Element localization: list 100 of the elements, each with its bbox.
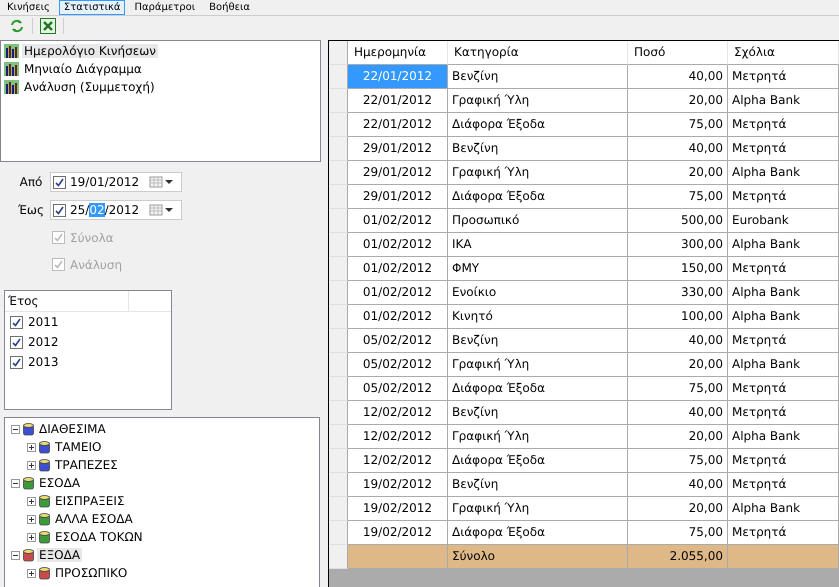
row-header[interactable] <box>329 65 348 89</box>
expander-icon[interactable] <box>27 442 36 452</box>
refresh-button[interactable] <box>8 17 26 35</box>
row-header[interactable] <box>329 545 348 569</box>
table-cell: 150,00 <box>628 257 728 281</box>
table-cell: Alpha Bank <box>728 281 839 305</box>
excel-export-button[interactable] <box>39 17 57 35</box>
tree-item[interactable]: ΔΙΑΘΕΣΙΜΑ <box>37 422 108 436</box>
table-cell: Μετρητά <box>728 137 839 161</box>
table-cell: Μετρητά <box>728 377 839 401</box>
table-cell: Μετρητά <box>728 521 839 545</box>
year-item: 2013 <box>28 355 59 369</box>
expander-icon[interactable] <box>11 550 20 560</box>
tree-item[interactable]: ΤΡΑΠΕΖΕΣ <box>53 458 120 472</box>
checkmark-icon <box>55 206 64 214</box>
table-cell: 40,00 <box>628 401 728 425</box>
row-header[interactable] <box>329 425 348 449</box>
checkmark-icon <box>54 233 63 242</box>
checkbox[interactable] <box>53 176 66 188</box>
column-header[interactable]: Ημερομηνία <box>348 41 448 65</box>
column-header[interactable]: Κατηγορία <box>448 41 628 65</box>
database-icon <box>39 566 50 580</box>
row-header[interactable] <box>329 473 348 497</box>
table-cell: 40,00 <box>628 65 728 89</box>
tree-item[interactable]: ΕΣΟΔΑ ΤΟΚΩΝ <box>53 530 145 544</box>
table-cell: Γραφική Ύλη <box>448 353 628 377</box>
table-cell: Alpha Bank <box>728 353 839 377</box>
checkbox[interactable] <box>53 204 66 216</box>
table-cell: 40,00 <box>628 473 728 497</box>
row-header[interactable] <box>329 401 348 425</box>
table-cell: 05/02/2012 <box>348 377 448 401</box>
report-item[interactable]: Μηνιαίο Διάγραμμα <box>22 62 144 76</box>
menu-tab[interactable]: Στατιστικά <box>58 0 126 15</box>
table-cell: Alpha Bank <box>728 305 839 329</box>
checkmark-icon <box>12 338 21 346</box>
table-cell: 100,00 <box>628 305 728 329</box>
year-item: 2012 <box>28 335 59 349</box>
row-header[interactable] <box>329 209 348 233</box>
date-picker[interactable]: 19/01/2012 <box>50 172 182 192</box>
table-cell: 22/01/2012 <box>348 65 448 89</box>
table-cell: Διάφορα Έξοδα <box>448 185 628 209</box>
table-cell: Μετρητά <box>728 449 839 473</box>
refresh-icon <box>10 19 24 33</box>
tree-item[interactable]: ΑΛΛΑ ΕΣΟΔΑ <box>53 512 135 526</box>
table-cell: 01/02/2012 <box>348 233 448 257</box>
table-cell: 20,00 <box>628 89 728 113</box>
table-cell: 40,00 <box>628 137 728 161</box>
row-header[interactable] <box>329 89 348 113</box>
total-label: Σύνολο <box>448 545 628 569</box>
row-header[interactable] <box>329 497 348 521</box>
row-header[interactable] <box>329 161 348 185</box>
row-header[interactable] <box>329 113 348 137</box>
expander-icon[interactable] <box>11 478 20 488</box>
row-header[interactable] <box>329 257 348 281</box>
table-cell: Βενζίνη <box>448 65 628 89</box>
tree-item[interactable]: ΠΡΟΣΩΠΙΚΟ <box>53 566 130 580</box>
table-cell: 330,00 <box>628 281 728 305</box>
menu-tab[interactable]: Παράμετροι <box>129 0 200 15</box>
expander-icon[interactable] <box>27 532 36 542</box>
tree-item[interactable]: ΕΞΟΔΑ <box>37 548 82 562</box>
tree-item[interactable]: ΤΑΜΕΙΟ <box>53 440 104 454</box>
row-header[interactable] <box>329 137 348 161</box>
table-cell: Alpha Bank <box>728 89 839 113</box>
checkbox[interactable] <box>10 336 23 348</box>
tree-item[interactable]: ΕΙΣΠΡΑΞΕΙΣ <box>53 494 126 508</box>
row-header[interactable] <box>329 281 348 305</box>
column-header[interactable]: Σχόλια <box>728 41 839 65</box>
report-item[interactable]: Ανάλυση (Συμμετοχή) <box>22 80 157 94</box>
tree-item[interactable]: ΕΣΟΔΑ <box>37 476 82 490</box>
column-header[interactable]: Ποσό <box>628 41 728 65</box>
row-header[interactable] <box>329 233 348 257</box>
database-icon <box>39 512 50 526</box>
table-cell: Γραφική Ύλη <box>448 161 628 185</box>
expander-icon[interactable] <box>27 496 36 506</box>
expander-icon[interactable] <box>11 424 20 434</box>
row-header[interactable] <box>329 521 348 545</box>
table-cell: Eurobank <box>728 209 839 233</box>
table-cell: 75,00 <box>628 449 728 473</box>
row-header[interactable] <box>329 353 348 377</box>
row-header[interactable] <box>329 185 348 209</box>
menu-tab[interactable]: Κινήσεις <box>2 0 55 15</box>
expander-icon[interactable] <box>27 568 36 578</box>
checkbox[interactable] <box>10 316 23 328</box>
database-icon <box>39 530 50 544</box>
row-header[interactable] <box>329 305 348 329</box>
database-icon <box>39 494 50 508</box>
table-cell: 29/01/2012 <box>348 161 448 185</box>
checkbox[interactable] <box>10 356 23 368</box>
bar-chart-icon <box>4 44 19 58</box>
table-cell: 20,00 <box>628 161 728 185</box>
row-header[interactable] <box>329 377 348 401</box>
menu-tab[interactable]: Βοήθεια <box>204 0 255 15</box>
expander-icon[interactable] <box>27 460 36 470</box>
report-item[interactable]: Ημερολόγιο Κινήσεων <box>22 44 158 58</box>
expander-icon[interactable] <box>27 514 36 524</box>
row-header[interactable] <box>329 329 348 353</box>
table-cell: Alpha Bank <box>728 425 839 449</box>
row-header[interactable] <box>329 449 348 473</box>
table-cell: 01/02/2012 <box>348 281 448 305</box>
table-cell: 300,00 <box>628 233 728 257</box>
